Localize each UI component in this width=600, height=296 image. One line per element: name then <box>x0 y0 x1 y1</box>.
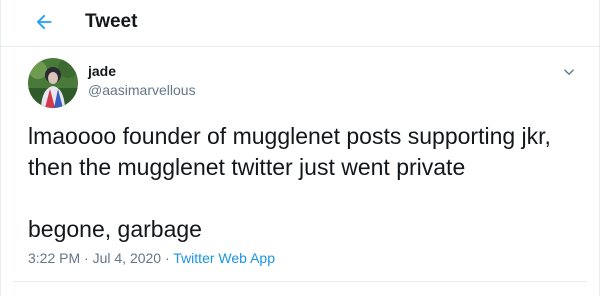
tweet-text-line: begone, garbage <box>28 216 202 242</box>
avatar-image <box>28 58 78 108</box>
tweet-text-line: then the mugglenet twitter just went pri… <box>28 154 466 180</box>
author-name[interactable]: jade <box>88 62 116 80</box>
divider <box>13 281 587 282</box>
tweet-text-line: lmaoooo founder of mugglenet posts suppo… <box>28 123 551 149</box>
tweet-metadata: 3:22 PM · Jul 4, 2020 · Twitter Web App <box>28 249 275 267</box>
page-title: Tweet <box>85 11 138 32</box>
tweet-source-link[interactable]: Twitter Web App <box>173 250 275 266</box>
tweet-date[interactable]: Jul 4, 2020 <box>93 250 162 266</box>
tweet-text-spacer <box>28 183 588 214</box>
author-handle[interactable]: @aasimarvellous <box>88 81 196 99</box>
chevron-down-icon[interactable] <box>560 63 578 81</box>
tweet-text: lmaoooo founder of mugglenet posts suppo… <box>28 121 588 245</box>
meta-separator: · <box>80 250 93 266</box>
arrow-left-icon[interactable] <box>33 11 55 33</box>
meta-separator: · <box>161 250 174 266</box>
avatar[interactable] <box>28 58 78 108</box>
page-header: Tweet <box>1 0 599 47</box>
tweet-time[interactable]: 3:22 PM <box>28 250 80 266</box>
tweet-page: Tweet jade @aasimarvellous lmaoooo found… <box>0 0 600 296</box>
